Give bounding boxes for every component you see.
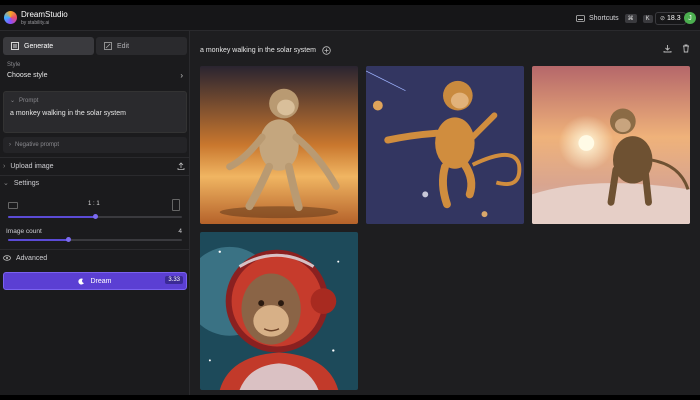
divider <box>0 157 190 158</box>
style-selector[interactable]: Style Choose style › <box>3 59 187 85</box>
upload-image-row[interactable]: › Upload image <box>3 159 187 173</box>
slider-fill <box>8 216 95 218</box>
trash-icon[interactable] <box>682 44 690 53</box>
app-name: DreamStudio <box>21 10 68 19</box>
results-panel: a monkey walking in the solar system <box>190 31 700 395</box>
generate-icon <box>11 42 19 50</box>
image-count-label: Image count <box>6 228 42 235</box>
landscape-ratio-icon[interactable] <box>8 202 18 209</box>
settings-row[interactable]: ⌄ Settings <box>3 176 187 190</box>
image-count-row: Image count 4 <box>6 228 182 235</box>
prompt-header[interactable]: ⌄ Prompt <box>10 97 39 105</box>
edit-icon <box>104 42 112 50</box>
tab-generate[interactable]: Generate <box>3 37 94 55</box>
avatar-initial: J <box>688 14 692 22</box>
chevron-down-icon: ⌄ <box>10 98 16 104</box>
tab-edit[interactable]: Edit <box>96 37 187 55</box>
result-image-4[interactable] <box>200 232 358 390</box>
divider <box>0 249 190 250</box>
style-label: Style <box>7 62 21 68</box>
dream-icon <box>78 278 85 285</box>
negative-prompt-label: Negative prompt <box>15 142 60 148</box>
add-circle-icon[interactable] <box>322 46 331 55</box>
credits-badge[interactable]: ⊘ 18.3 <box>655 12 686 25</box>
result-image-1[interactable] <box>200 66 358 224</box>
slider-knob[interactable] <box>66 237 72 242</box>
sidebar: Generate Edit Style Choose style › ⌄ Pro… <box>0 31 190 395</box>
tab-generate-label: Generate <box>24 42 54 50</box>
upload-icon[interactable] <box>177 162 185 170</box>
app-subtitle: by stability.ai <box>21 20 50 26</box>
top-bar: DreamStudio by stability.ai Shortcuts ⌘ … <box>0 5 700 31</box>
chevron-right-icon: › <box>9 142 11 148</box>
advanced-row[interactable]: Advanced <box>3 251 187 265</box>
dream-label: Dream <box>90 277 112 285</box>
monkey-dunes-image <box>532 66 690 224</box>
result-actions <box>663 44 690 53</box>
aspect-ratio-control[interactable]: 1 : 1 <box>6 199 182 213</box>
shortcuts-label: Shortcuts <box>589 15 619 22</box>
monkey-desert-image <box>200 66 358 224</box>
shortcuts-button[interactable]: Shortcuts ⌘ K <box>576 14 653 23</box>
chevron-right-icon: › <box>180 71 183 80</box>
prompt-textarea[interactable]: a monkey walking in the solar system <box>10 110 126 117</box>
result-image-3[interactable] <box>532 66 690 224</box>
dream-cost-badge: 3.33 <box>165 276 183 284</box>
monkey-space-image <box>366 66 524 224</box>
negative-prompt-toggle[interactable]: › Negative prompt <box>3 137 187 153</box>
app-window: DreamStudio by stability.ai Shortcuts ⌘ … <box>0 5 700 395</box>
eye-icon <box>3 255 11 261</box>
avatar[interactable]: J <box>684 12 696 24</box>
aspect-ratio-value: 1 : 1 <box>88 201 100 207</box>
logo-icon[interactable] <box>4 11 17 24</box>
dream-button[interactable]: Dream 3.33 <box>3 272 187 290</box>
aspect-ratio-slider[interactable] <box>8 214 182 219</box>
result-prompt-header: a monkey walking in the solar system <box>200 46 331 55</box>
tab-edit-label: Edit <box>117 42 130 50</box>
credits-icon: ⊘ <box>660 16 666 22</box>
slider-knob[interactable] <box>92 214 98 219</box>
image-count-slider[interactable] <box>8 237 182 242</box>
monkey-astronaut-image <box>200 232 358 390</box>
shortcut-key-k: K <box>642 14 653 23</box>
chevron-down-icon: ⌄ <box>3 180 9 187</box>
upload-image-label: Upload image <box>10 162 54 170</box>
result-image-2[interactable] <box>366 66 524 224</box>
credits-value: 18.3 <box>667 15 681 22</box>
settings-label: Settings <box>13 179 40 187</box>
keyboard-icon <box>576 15 585 22</box>
shortcut-key-cmd: ⌘ <box>624 14 637 23</box>
slider-fill <box>8 239 69 241</box>
chevron-right-icon: › <box>3 162 6 170</box>
style-value: Choose style <box>7 72 48 79</box>
prompt-box[interactable]: ⌄ Prompt a monkey walking in the solar s… <box>3 91 187 133</box>
prompt-label: Prompt <box>19 97 39 104</box>
image-count-value: 4 <box>178 228 182 235</box>
download-icon[interactable] <box>663 44 672 53</box>
advanced-label: Advanced <box>16 254 48 262</box>
portrait-ratio-icon[interactable] <box>172 199 180 211</box>
result-prompt-title: a monkey walking in the solar system <box>200 47 316 54</box>
